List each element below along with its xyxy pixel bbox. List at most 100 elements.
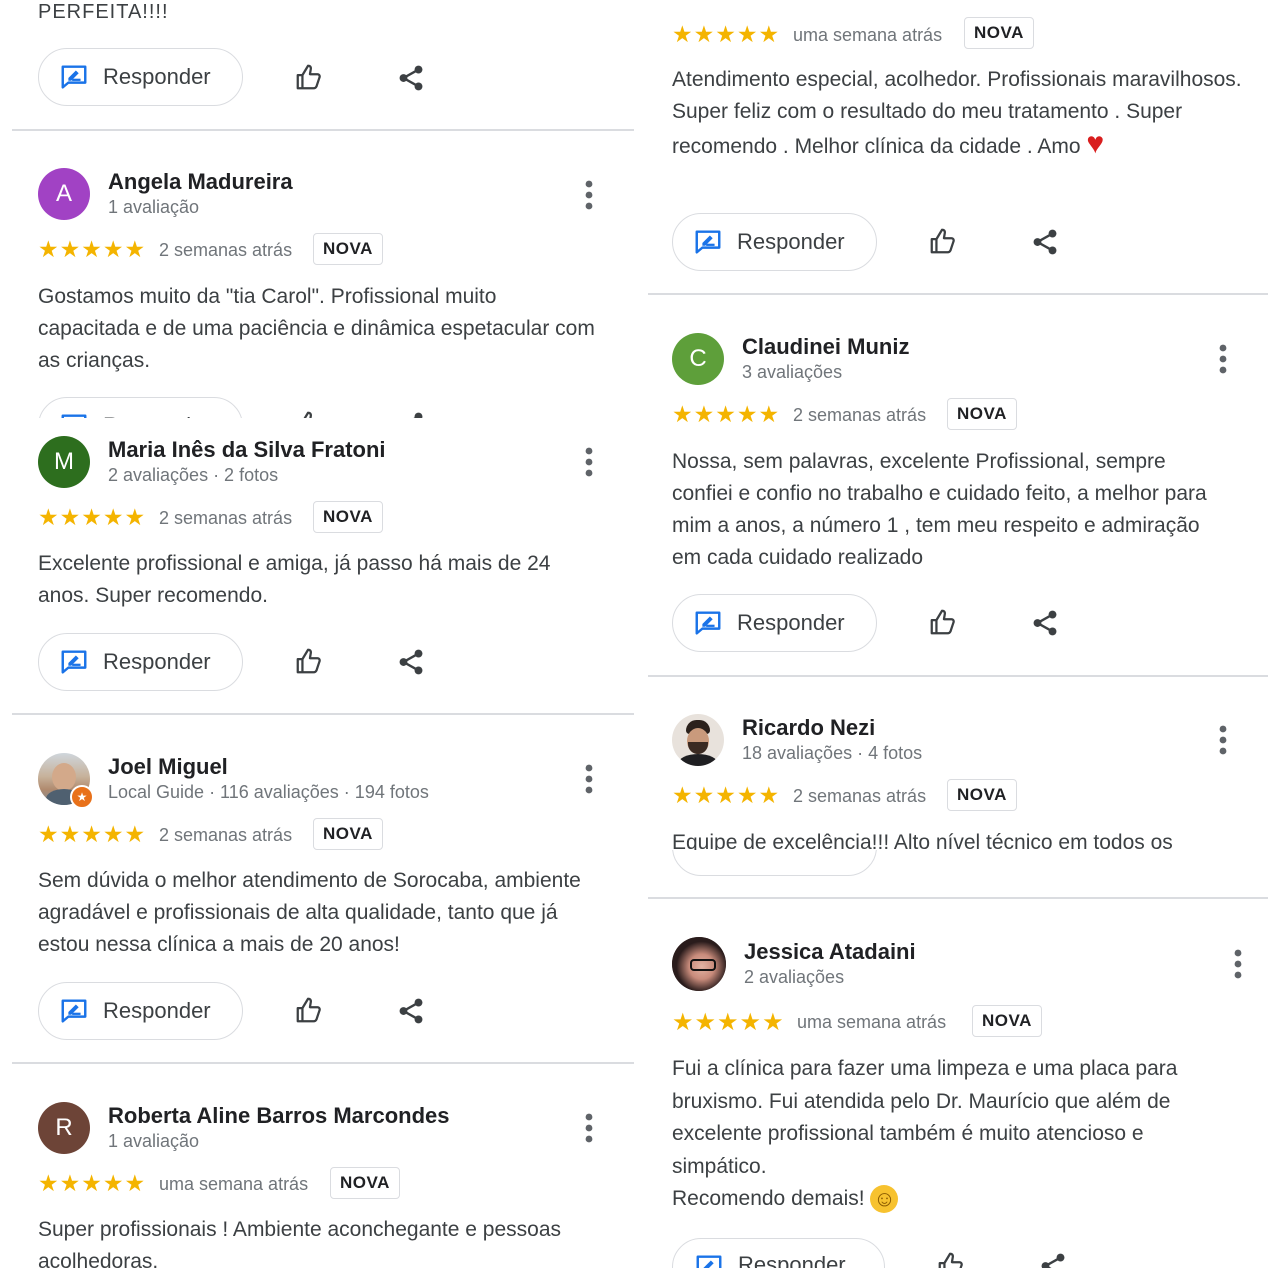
review-time: 2 semanas atrás [793,786,927,806]
reviewer-name[interactable]: Angela Madureira [108,169,293,195]
review-text: Atendimento especial, acolhedor. Profiss… [672,64,1247,163]
reply-icon [693,608,723,638]
review-text-body: Fui a clínica para fazer uma limpeza e u… [672,1057,1178,1178]
reviewer-meta: 2 avaliações [744,967,845,987]
reply-label: Responder [103,413,211,418]
smile-emoji-icon: ☺ [870,1185,899,1214]
like-icon[interactable] [294,409,324,418]
divider [12,1062,634,1064]
reviewer-name[interactable]: Joel Miguel [108,754,228,780]
share-icon[interactable] [396,63,426,93]
star-rating: ★★★★★ [38,236,147,262]
reply-button[interactable]: Responder [38,633,243,691]
share-icon[interactable] [396,996,426,1026]
like-icon[interactable] [928,226,958,256]
avatar: M [38,436,90,488]
like-icon[interactable] [936,1250,966,1268]
new-badge: NOVA [972,1005,1042,1037]
reply-label: Responder [103,64,211,89]
review-time: 2 semanas atrás [159,508,293,528]
review-time: 2 semanas atrás [793,405,927,425]
new-badge: NOVA [947,398,1017,430]
reviewer-name[interactable]: Ricardo Nezi [742,715,875,741]
more-options-icon[interactable] [1233,949,1243,979]
avatar-photo [672,937,726,991]
review-text-line: Recomendo demais! [672,1187,865,1210]
new-badge: NOVA [330,1167,400,1199]
more-options-icon[interactable] [584,447,594,477]
reply-button[interactable]: Responder [672,594,877,652]
right-column: ★★★★★ uma semana atrás NOVA Atendimento … [640,0,1280,1280]
new-badge: NOVA [964,17,1034,49]
more-options-icon[interactable] [584,1113,594,1143]
more-options-icon[interactable] [584,180,594,210]
reviewer-name[interactable]: Maria Inês da Silva Fratoni [108,437,386,463]
review-text: Fui a clínica para fazer uma limpeza e u… [672,1053,1242,1216]
more-options-icon[interactable] [1218,725,1228,755]
review-text: Excelente profissional e amiga, já passo… [38,552,551,607]
like-icon[interactable] [928,607,958,637]
divider [648,897,1268,899]
divider [648,293,1268,295]
reply-button[interactable]: Responder [672,213,877,271]
review-text: Gostamos muito da "tia Carol". Profissio… [38,285,595,372]
reply-button-partial[interactable] [672,850,877,876]
new-badge: NOVA [313,233,383,265]
more-options-icon[interactable] [1218,344,1228,374]
star-rating: ★★★★★ [672,782,781,808]
review-card-ricardo: Ricardo Nezi 18 avaliações · 4 fotos ★★★… [640,677,1280,850]
reviewer-meta: Local Guide · 116 avaliações · 194 fotos [108,782,429,802]
new-badge: NOVA [947,779,1017,811]
reply-label: Responder [103,649,211,674]
avatar: R [38,1102,90,1154]
share-icon[interactable] [396,647,426,677]
avatar: A [38,168,90,220]
reviewer-name[interactable]: Roberta Aline Barros Marcondes [108,1103,450,1129]
review-text: Sem dúvida o melhor atendimento de Soroc… [38,869,581,956]
review-time: uma semana atrás [793,25,943,45]
reply-button[interactable]: Responder [38,982,243,1040]
reviewer-name[interactable]: Claudinei Muniz [742,334,909,360]
review-card-angela: A Angela Madureira 1 avaliação ★★★★★ 2 s… [0,131,640,418]
like-icon[interactable] [294,646,324,676]
review-text-partial: PERFEITA!!!! [38,1,169,23]
reviewer-meta: 1 avaliação [108,197,200,217]
divider [12,713,634,715]
reviewer-meta: 3 avaliações [742,362,843,382]
share-icon[interactable] [1030,227,1060,257]
left-column: PERFEITA!!!! Responder A Angela Madureir… [0,0,640,1280]
like-icon[interactable] [294,62,324,92]
share-icon[interactable] [1038,1251,1068,1268]
star-rating: ★★★★★ [672,1009,785,1036]
reply-label: Responder [737,229,845,254]
review-text: Nossa, sem palavras, excelente Profissio… [672,450,1207,569]
review-text-closing: Recomendo demais! ☺ [672,1183,1242,1216]
reviewer-meta: 1 avaliação [108,1131,200,1151]
review-time: 2 semanas atrás [159,825,293,845]
reply-icon [59,62,89,92]
reply-icon [694,1252,724,1268]
more-options-icon[interactable] [584,764,594,794]
star-rating: ★★★★★ [672,401,781,427]
reply-icon [693,227,723,257]
review-text: Equipe de excelência!!! Alto nível técni… [672,831,1173,850]
reply-button-partial[interactable]: Responder [672,1238,1232,1268]
review-time: uma semana atrás [159,1174,309,1194]
reply-label: Responder [738,1252,846,1268]
review-time: uma semana atrás [797,1012,947,1032]
reply-icon [59,647,89,677]
heart-emoji-icon: ♥ [1086,127,1105,160]
new-badge: NOVA [313,818,383,850]
star-rating: ★★★★★ [38,1170,147,1196]
reply-label: Responder [103,998,211,1023]
reply-button[interactable]: Responder [38,48,243,106]
reviewer-name[interactable]: Jessica Atadaini [744,939,916,965]
share-icon[interactable] [1030,608,1060,638]
review-time: 2 semanas atrás [159,240,293,260]
like-icon[interactable] [294,995,324,1025]
star-rating: ★★★★★ [672,21,781,47]
share-icon[interactable] [396,410,426,418]
new-badge: NOVA [313,501,383,533]
reply-button[interactable]: Responder [38,397,243,418]
reviewer-meta: 2 avaliações · 2 fotos [108,465,279,485]
